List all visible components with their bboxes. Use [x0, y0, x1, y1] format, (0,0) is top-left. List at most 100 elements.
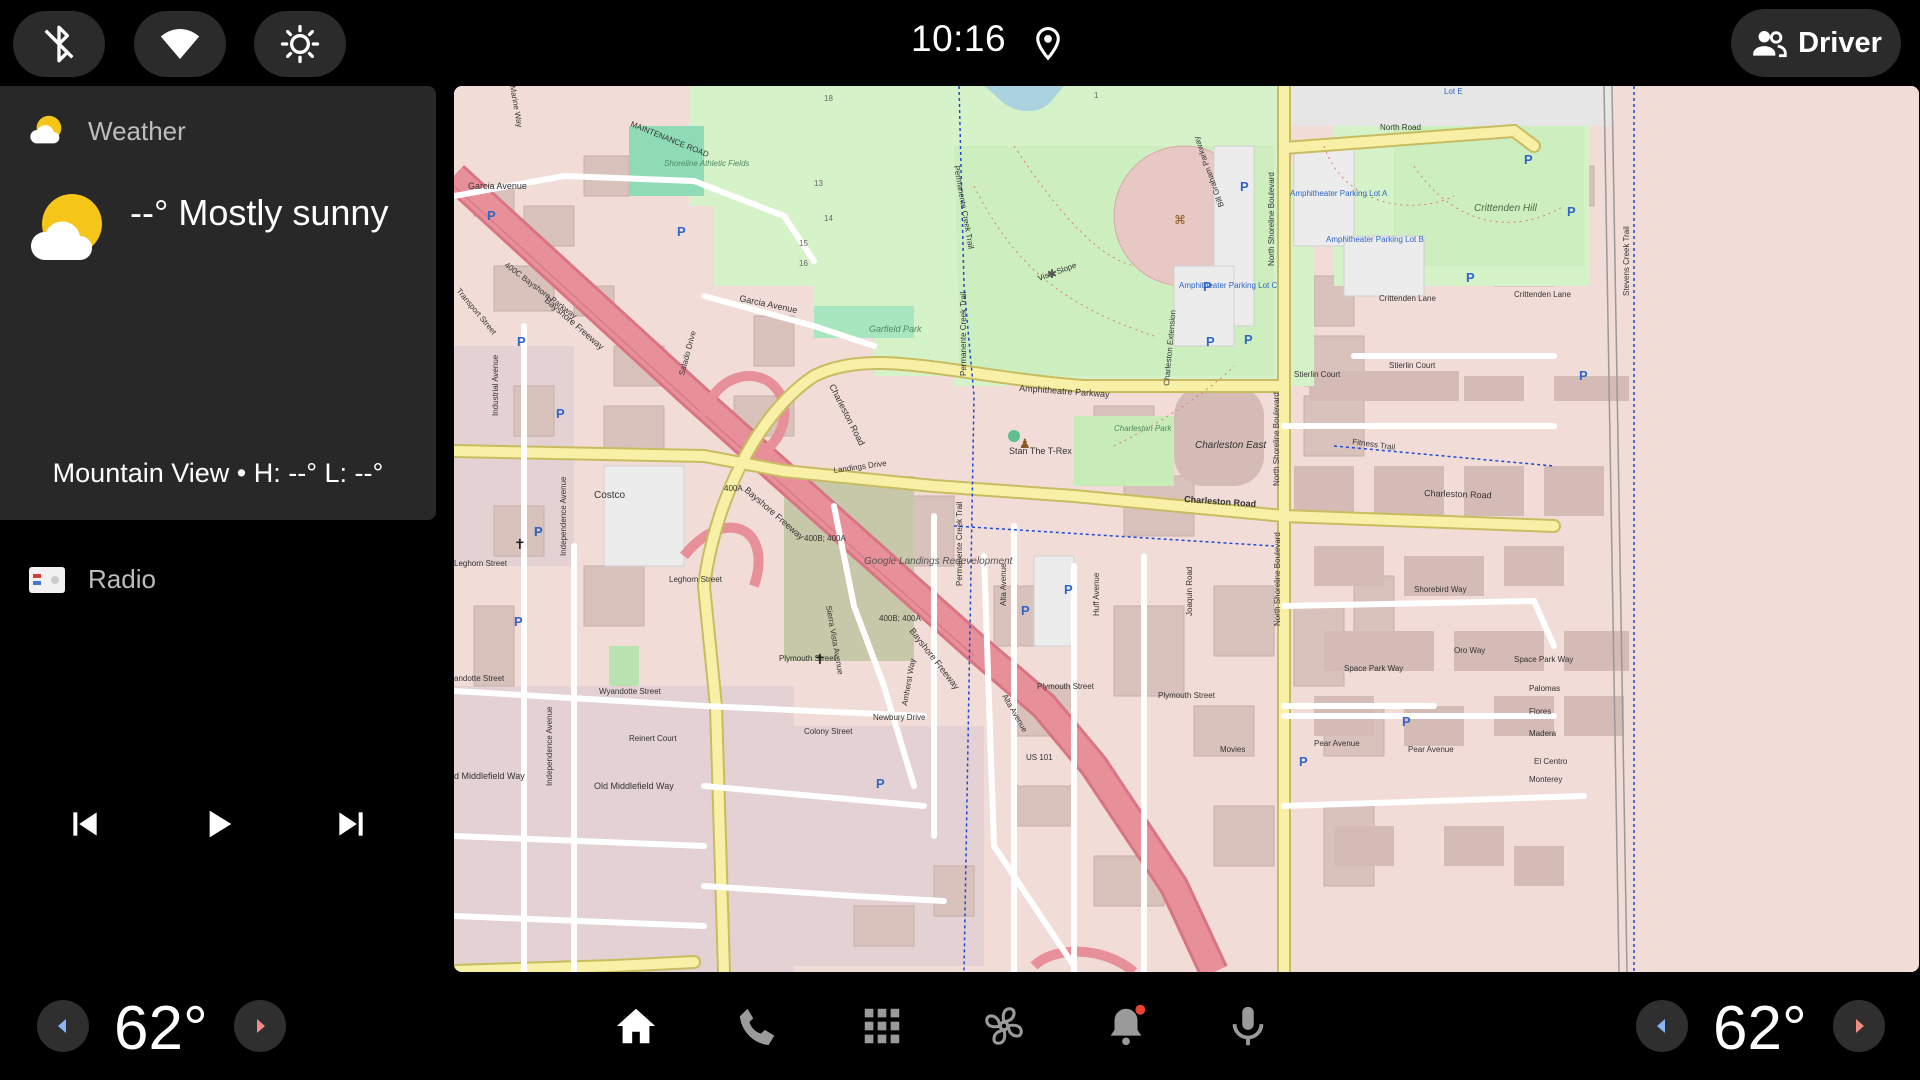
label-oro-way: Oro Way	[1454, 646, 1485, 655]
microphone-icon	[1232, 1006, 1264, 1046]
label-crittenden-lane-2: Crittenden Lane	[1514, 290, 1571, 299]
chevron-left-icon	[58, 1019, 66, 1033]
weather-location-line: Mountain View • H: --° L: --°	[52, 458, 384, 488]
label-crittenden-hill: Crittenden Hill	[1474, 203, 1538, 214]
driver-label: Driver	[1798, 26, 1882, 59]
radio-header[interactable]: Radio	[28, 564, 156, 595]
label-plymouth-street-3: Plymouth Street	[1158, 691, 1216, 700]
brightness-button[interactable]	[254, 11, 346, 77]
label-shoreline-athletic: Shoreline Athletic Fields	[664, 159, 750, 168]
partly-sunny-small-icon	[30, 115, 62, 144]
radio-title: Radio	[88, 564, 156, 594]
label-north-shoreline-blvd-3: North Shoreline Boulevard	[1273, 532, 1282, 626]
label-stierlin-court-2: Stierlin Court	[1294, 370, 1341, 379]
notification-badge	[1135, 1004, 1146, 1015]
viewpoint-icon: ✱	[1047, 267, 1057, 281]
phone-icon	[739, 1008, 775, 1046]
label-andotte-street: andotte Street	[454, 674, 505, 683]
parking-icon: P	[514, 614, 523, 629]
parking-icon: P	[556, 406, 565, 421]
label-colony-street: Colony Street	[804, 727, 853, 736]
east-strip	[1629, 86, 1919, 972]
label-costco: Costco	[594, 490, 626, 501]
parking-icon: P	[1567, 204, 1576, 219]
right-temp-up-button[interactable]	[1833, 1000, 1885, 1052]
label-north-shoreline-blvd: North Shoreline Boulevard	[1267, 172, 1276, 266]
driver-profile-button[interactable]: Driver	[1731, 9, 1901, 77]
label-space-park-way-2: Space Park Way	[1514, 655, 1573, 664]
label-alta-avenue: Alta Avenue	[999, 563, 1008, 606]
label-middlefield-way: d Middlefield Way	[454, 771, 525, 781]
bluetooth-off-icon	[44, 25, 74, 63]
label-lot-e: Lot E	[1444, 87, 1463, 96]
label-hole-16: 16	[799, 259, 808, 268]
skip-previous-button[interactable]	[59, 798, 111, 850]
bluetooth-button[interactable]	[13, 11, 105, 77]
label-stevens-creek: Stevens Creek Trail	[1622, 226, 1631, 296]
label-flores: Flores	[1529, 707, 1551, 716]
label-leghorn-street: Leghorn Street	[454, 559, 508, 568]
parking-icon: P	[1579, 368, 1588, 383]
parking-icon: P	[1524, 152, 1533, 167]
weather-card[interactable]: Weather --° Mostly sunny Mountain View •…	[0, 86, 436, 520]
people-icon	[1753, 30, 1787, 58]
label-exit-400a: 400A	[724, 484, 743, 493]
brightness-icon	[280, 24, 320, 64]
fan-button[interactable]	[978, 1000, 1030, 1052]
label-wyandotte-street: Wyandotte Street	[599, 687, 662, 696]
label-movies: Movies	[1220, 745, 1245, 754]
label-hole-1: 1	[1094, 91, 1099, 100]
parking-icon: P	[1402, 714, 1411, 729]
label-monterey: Monterey	[1529, 775, 1562, 784]
wifi-button[interactable]	[134, 11, 226, 77]
parking-icon: P	[1466, 270, 1475, 285]
partly-sunny-icon	[30, 194, 102, 260]
label-amph-parking-b: Amphitheater Parking Lot B	[1326, 235, 1424, 244]
label-space-park-way: Space Park Way	[1344, 664, 1403, 673]
parking-icon: P	[517, 334, 526, 349]
label-huff-avenue: Huff Avenue	[1092, 572, 1101, 616]
parking-icon: P	[1203, 279, 1212, 294]
label-exit-400b: 400B; 400A	[804, 534, 846, 543]
parking-icon: P	[876, 776, 885, 791]
label-amph-parking-c: Amphitheater Parking Lot C	[1179, 281, 1277, 290]
parking-icon: P	[1244, 332, 1253, 347]
right-temp-down-button[interactable]	[1636, 1000, 1688, 1052]
map-view[interactable]: Garcia Avenue Garcia Avenue MAINTENANCE …	[454, 86, 1919, 972]
label-north-shoreline-blvd-2: North Shoreline Boulevard	[1272, 392, 1281, 486]
play-button[interactable]	[192, 798, 244, 850]
left-temp-up-button[interactable]	[234, 1000, 286, 1052]
left-temp-down-button[interactable]	[37, 1000, 89, 1052]
phone-button[interactable]	[733, 1000, 785, 1052]
skip-next-icon	[339, 812, 363, 836]
wifi-icon	[160, 29, 200, 59]
label-permanente-creek-trail-2: Permanente Creek Trail	[959, 291, 968, 376]
home-button[interactable]	[610, 1000, 662, 1052]
app-grid-button[interactable]	[856, 1000, 908, 1052]
notifications-icon	[1110, 1004, 1146, 1046]
label-permanente-creek-trail-3: Permanente Creek Trail	[955, 501, 964, 586]
label-hole-15: 15	[799, 239, 808, 248]
parking-icon: P	[534, 524, 543, 539]
label-independence-avenue-2: Independence Avenue	[545, 706, 554, 786]
label-industrial-avenue: Industrial Avenue	[491, 354, 500, 416]
label-garcia-avenue: Garcia Avenue	[468, 181, 527, 191]
park-dot-icon	[1008, 430, 1020, 442]
label-hole-18: 18	[824, 94, 833, 103]
label-leghorn-street-2: Leghorn Street	[669, 575, 723, 584]
label-hole-13: 13	[814, 179, 823, 188]
skip-next-button[interactable]	[325, 798, 377, 850]
notifications-button[interactable]	[1100, 1000, 1152, 1052]
label-old-middlefield: Old Middlefield Way	[594, 781, 674, 791]
label-charleston-park: Charleston Park	[1114, 424, 1172, 433]
parking-icon: P	[1064, 582, 1073, 597]
microphone-button[interactable]	[1222, 1000, 1274, 1052]
label-pear-avenue: Pear Avenue	[1314, 739, 1360, 748]
weather-header: Weather	[28, 112, 186, 150]
label-us101: US 101	[1026, 753, 1053, 762]
label-garfield-park: Garfield Park	[869, 324, 922, 334]
right-temperature: 62°	[1713, 994, 1807, 1063]
parking-icon: P	[1206, 334, 1215, 349]
label-plymouth-street: Plymouth Street	[779, 654, 837, 663]
play-icon	[209, 810, 232, 838]
